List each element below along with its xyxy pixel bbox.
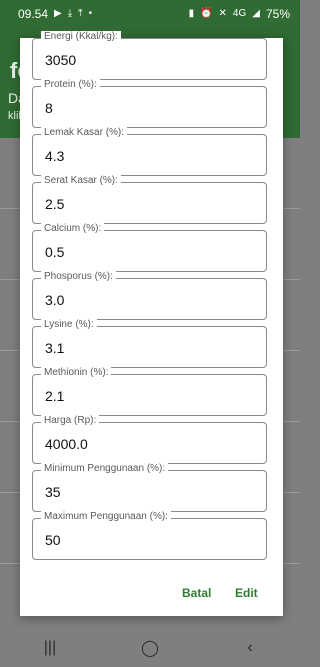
- dialog-actions: Batal Edit: [20, 574, 283, 616]
- battery-saver-icon: ▮: [188, 8, 195, 19]
- field-label: Maximum Penggunaan (%):: [41, 511, 171, 522]
- text-field[interactable]: Energi (Kkal/kg): 3050: [32, 31, 267, 80]
- upload-icon: ⤒: [78, 8, 83, 19]
- cancel-button[interactable]: Batal: [182, 586, 211, 600]
- field-label: Minimum Penggunaan (%):: [41, 463, 169, 474]
- signal-icon: ◢: [252, 8, 260, 19]
- dot-icon: •: [88, 8, 93, 19]
- field-label: Protein (%):: [41, 79, 100, 90]
- text-field[interactable]: Phosporus (%): 3.0: [32, 271, 267, 320]
- text-field[interactable]: Calcium (%): 0.5: [32, 223, 267, 272]
- field-value[interactable]: 50: [45, 532, 61, 548]
- field-value[interactable]: 3.1: [45, 340, 64, 356]
- edit-button[interactable]: Edit: [235, 586, 258, 600]
- field-value[interactable]: 4000.0: [45, 436, 88, 452]
- field-label: Calcium (%):: [41, 223, 105, 234]
- edit-dialog: Energi (Kkal/kg): 3050 Protein (%): 8 Lemak …: [20, 31, 283, 616]
- text-field[interactable]: Methionin (%): 2.1: [32, 367, 267, 416]
- home-icon[interactable]: ◯: [130, 638, 170, 658]
- youtube-icon: ▶: [54, 8, 62, 19]
- field-value[interactable]: 8: [45, 100, 53, 116]
- navigation-bar: ||| ◯ ‹: [0, 628, 300, 667]
- text-field[interactable]: Lysine (%): 3.1: [32, 319, 267, 368]
- field-label: Lysine (%):: [41, 319, 97, 330]
- field-label: Serat Kasar (%):: [41, 175, 121, 186]
- download-icon: ⤓: [67, 8, 73, 19]
- field-label: Energi (Kkal/kg):: [41, 31, 121, 42]
- status-bar: 09.54 ▶ ⤓ ⤒ • ▮ ⏰ ✕ 4G ◢ 75%: [0, 0, 300, 28]
- text-field[interactable]: Protein (%): 8: [32, 79, 267, 128]
- field-value[interactable]: 35: [45, 484, 61, 500]
- field-label: Harga (Rp):: [41, 415, 100, 426]
- field-label: Methionin (%):: [41, 367, 112, 378]
- field-value[interactable]: 0.5: [45, 244, 64, 260]
- recent-apps-icon[interactable]: |||: [30, 639, 70, 657]
- clock: 09.54: [18, 7, 49, 21]
- text-field[interactable]: Maximum Penggunaan (%): 50: [32, 511, 267, 560]
- text-field[interactable]: Harga (Rp): 4000.0: [32, 415, 267, 464]
- field-value[interactable]: 2.1: [45, 388, 64, 404]
- back-icon[interactable]: ‹: [230, 639, 270, 657]
- text-field[interactable]: Serat Kasar (%): 2.5: [32, 175, 267, 224]
- text-field[interactable]: Minimum Penggunaan (%): 35: [32, 463, 267, 512]
- text-field[interactable]: Lemak Kasar (%): 4.3: [32, 127, 267, 176]
- field-label: Phosporus (%):: [41, 271, 116, 282]
- silent-icon: ✕: [218, 8, 227, 19]
- field-value[interactable]: 3.0: [45, 292, 64, 308]
- alarm-icon: ⏰: [200, 8, 213, 19]
- battery-percent: 75%: [265, 7, 290, 21]
- field-value[interactable]: 4.3: [45, 148, 64, 164]
- field-value[interactable]: 2.5: [45, 196, 64, 212]
- field-label: Lemak Kasar (%):: [41, 127, 128, 138]
- field-value[interactable]: 3050: [45, 52, 76, 68]
- network-type: 4G: [232, 8, 247, 19]
